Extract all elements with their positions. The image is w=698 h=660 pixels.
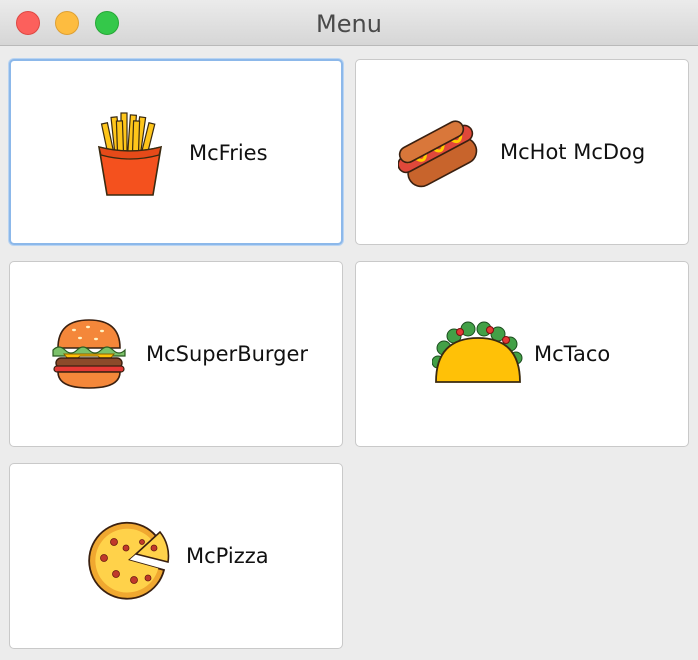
menu-window: Menu McFries McHot McDog McSuperBurger M…: [0, 0, 698, 660]
menu-item-fries[interactable]: McFries: [9, 59, 343, 245]
menu-item-label: McTaco: [534, 342, 611, 366]
menu-item-label: McSuperBurger: [146, 342, 309, 366]
menu-item-pizza[interactable]: McPizza: [9, 463, 343, 649]
window-title: Menu: [316, 10, 382, 38]
menu-item-taco[interactable]: McTaco: [355, 261, 689, 447]
title-bar[interactable]: Menu: [0, 0, 698, 46]
taco-icon: [432, 321, 523, 383]
menu-item-label: McPizza: [186, 544, 269, 568]
menu-grid: McFries McHot McDog McSuperBurger McTaco…: [0, 46, 698, 660]
menu-item-hotdog[interactable]: McHot McDog: [355, 59, 689, 245]
menu-item-label: McHot McDog: [500, 140, 646, 164]
menu-item-burger[interactable]: McSuperBurger: [9, 261, 343, 447]
pizza-icon: [88, 521, 170, 600]
fries-icon: [98, 112, 162, 196]
hotdog-icon: [398, 120, 478, 188]
menu-item-label: McFries: [189, 141, 268, 165]
burger-icon: [52, 319, 126, 389]
